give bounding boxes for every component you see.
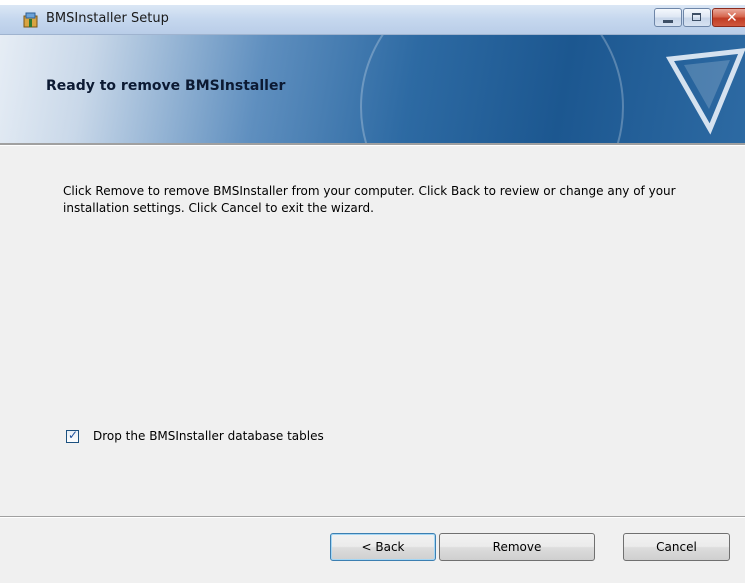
maximize-icon <box>692 13 701 21</box>
close-button[interactable]: ✕ <box>712 8 745 27</box>
window-title: BMSInstaller Setup <box>46 11 169 26</box>
page-title: Ready to remove BMSInstaller <box>46 78 286 94</box>
footer-divider <box>0 516 745 518</box>
minimize-icon <box>663 20 673 23</box>
banner-decoration <box>360 35 624 143</box>
header-banner: Ready to remove BMSInstaller <box>0 35 745 143</box>
check-icon: ✓ <box>68 428 79 442</box>
minimize-button[interactable] <box>654 8 682 27</box>
remove-button[interactable]: Remove <box>439 533 595 561</box>
title-bar[interactable]: BMSInstaller Setup ✕ <box>0 5 745 35</box>
installer-app-icon <box>23 12 38 28</box>
setup-window: BMSInstaller Setup ✕ Ready to remove BMS… <box>0 5 745 583</box>
setup-logo-icon <box>666 48 745 135</box>
drop-tables-label[interactable]: Drop the BMSInstaller database tables <box>93 429 324 443</box>
description-text: Click Remove to remove BMSInstaller from… <box>63 184 676 215</box>
banner-divider <box>0 143 745 146</box>
back-button[interactable]: < Back <box>330 533 436 561</box>
cancel-button[interactable]: Cancel <box>623 533 730 561</box>
maximize-button[interactable] <box>683 8 711 27</box>
close-icon: ✕ <box>726 10 738 26</box>
drop-tables-checkbox[interactable]: ✓ <box>66 428 79 443</box>
